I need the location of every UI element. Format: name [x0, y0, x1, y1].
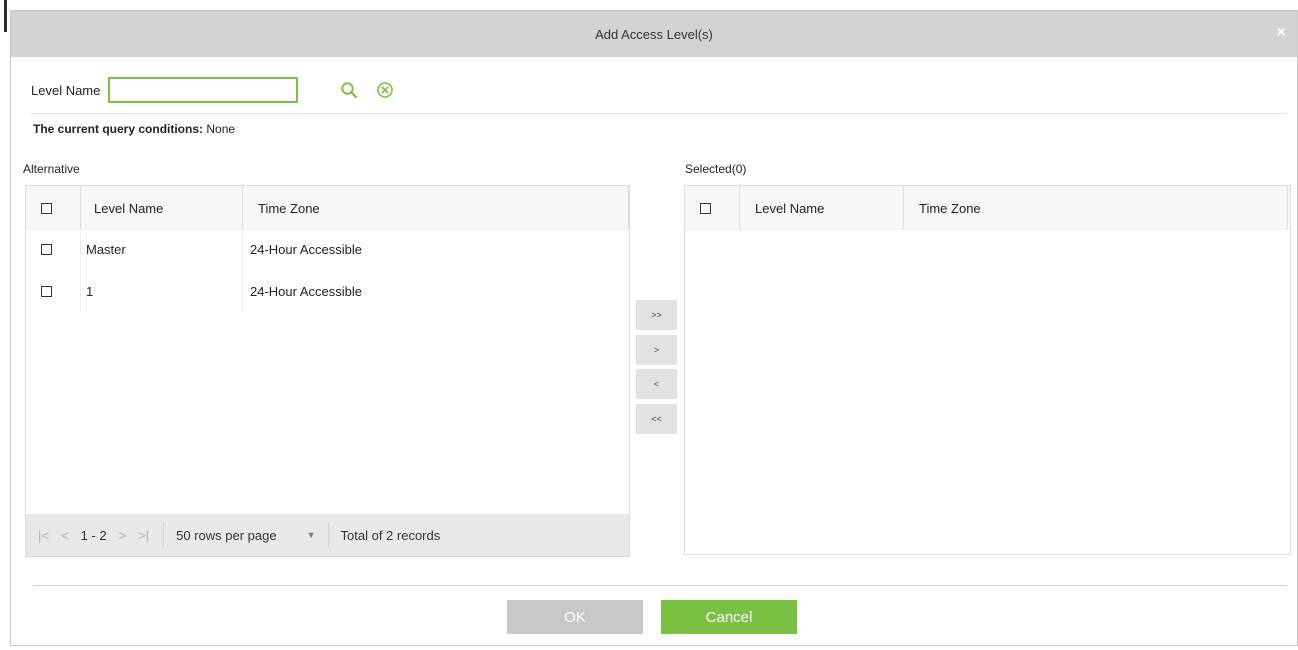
select-all-checkbox[interactable]	[41, 203, 52, 214]
last-page-button[interactable]: >|	[138, 528, 149, 543]
ok-button[interactable]: OK	[507, 600, 643, 634]
search-icon[interactable]	[338, 79, 360, 101]
column-header-level-name[interactable]: Level Name	[755, 201, 824, 216]
row-time-zone: 24-Hour Accessible	[250, 284, 362, 299]
close-icon[interactable]: ×	[1273, 25, 1289, 41]
clear-circle-icon[interactable]	[374, 79, 396, 101]
first-page-button[interactable]: |<	[38, 528, 49, 543]
row-level-name: Master	[86, 242, 126, 257]
rows-per-page-select[interactable]: 50 rows per page ▼	[176, 528, 315, 543]
query-conditions-value: None	[206, 122, 236, 136]
chevron-down-icon: ▼	[306, 530, 316, 540]
column-header-time-zone[interactable]: Time Zone	[258, 201, 320, 216]
column-divider	[80, 186, 81, 229]
pager-divider	[163, 522, 165, 548]
column-divider	[903, 186, 904, 229]
left-edge-marker	[4, 0, 7, 32]
selected-grid: Level Name Time Zone	[684, 185, 1291, 555]
pagination-bar: |< < 1 - 2 > >| 50 rows per page ▼ Total…	[26, 514, 629, 556]
alternative-title: Alternative	[23, 162, 80, 176]
search-divider	[31, 113, 1287, 114]
row-checkbox[interactable]	[41, 244, 52, 255]
add-access-levels-dialog: Add Access Level(s) × Level Name The cur…	[10, 10, 1298, 646]
prev-page-button[interactable]: <	[61, 528, 69, 543]
row-level-name: 1	[86, 284, 94, 299]
next-page-button[interactable]: >	[119, 528, 127, 543]
remove-selected-button[interactable]: <	[636, 369, 677, 399]
rows-per-page-value: 50 rows per page	[176, 527, 277, 543]
page-range: 1 - 2	[80, 527, 107, 543]
add-all-button[interactable]: >>	[636, 300, 677, 330]
add-selected-button[interactable]: >	[636, 335, 677, 365]
column-divider	[1287, 186, 1288, 229]
cancel-button[interactable]: Cancel	[661, 600, 797, 634]
column-divider	[628, 186, 629, 229]
alternative-grid: Level Name Time Zone Master 24-Hour Acce…	[25, 185, 630, 557]
dialog-title: Add Access Level(s)	[595, 26, 713, 42]
column-divider	[242, 186, 243, 229]
level-name-search-input[interactable]	[108, 77, 299, 103]
level-name-label: Level Name	[31, 82, 101, 98]
row-divider	[80, 229, 81, 312]
select-all-checkbox[interactable]	[700, 203, 711, 214]
column-divider	[739, 186, 740, 229]
selected-title: Selected(0)	[685, 162, 747, 176]
query-conditions-label: The current query conditions:	[33, 122, 204, 136]
column-header-time-zone[interactable]: Time Zone	[919, 201, 981, 216]
row-divider	[242, 229, 243, 312]
footer-divider	[33, 585, 1287, 586]
total-records: Total of 2 records	[340, 527, 441, 543]
column-header-level-name[interactable]: Level Name	[94, 201, 163, 216]
row-time-zone: 24-Hour Accessible	[250, 242, 362, 257]
search-row: Level Name	[31, 73, 396, 107]
row-checkbox[interactable]	[41, 286, 52, 297]
query-conditions: The current query conditions: None	[33, 122, 235, 136]
dialog-titlebar: Add Access Level(s) ×	[11, 11, 1297, 57]
remove-all-button[interactable]: <<	[636, 404, 677, 434]
pager-divider	[327, 522, 329, 548]
